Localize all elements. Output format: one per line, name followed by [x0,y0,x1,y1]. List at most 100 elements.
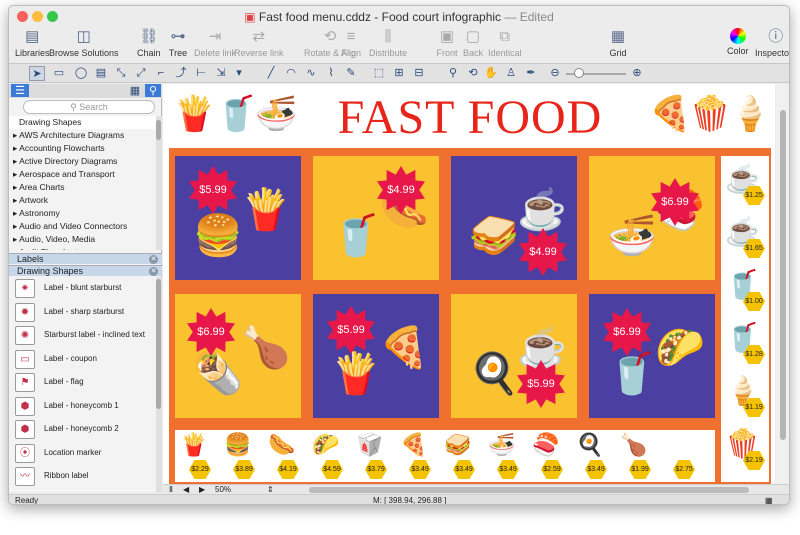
hand-tool-icon[interactable]: ✋ [483,66,499,81]
toolbar-button-align[interactable]: ≡ Align [340,28,362,58]
zoom-out-icon[interactable]: ⊖ [547,66,563,81]
crop-tool-icon[interactable]: ⬚ [371,66,387,81]
more-connectors-icon[interactable]: ▾ [231,66,247,81]
drink-item[interactable]: ☕ $1.65 [725,213,765,261]
shape-item[interactable]: ✹ Label - sharp starburst [9,301,156,325]
library-item[interactable]: ▸ Artwork [9,194,156,207]
tree-connector-icon[interactable]: ⊢ [193,66,209,81]
snack-item[interactable]: 🍔 $3.89 [221,432,256,480]
toolbar-button-chain[interactable]: ⛓ Chain [137,28,161,58]
shape-item[interactable]: ⬢ Label - honeycomb 2 [9,418,156,442]
ungroup-tool-icon[interactable]: ⊟ [411,66,427,81]
orthogonal-connector-icon[interactable]: ⌐ [153,66,169,81]
library-item[interactable]: Drawing Shapes [9,116,156,129]
library-item[interactable]: ▸ Active Directory Diagrams [9,155,156,168]
shape-item[interactable]: ✷ Label - blunt starburst [9,277,156,301]
snack-item[interactable]: 🍗 $1.99 [617,432,652,480]
shape-item[interactable]: ⚑ Label - flag [9,371,156,395]
smart-connector-icon[interactable]: ⤢ [133,66,149,81]
group-tool-icon[interactable]: ⊞ [391,66,407,81]
snack-item[interactable]: 🍣 $2.59 [529,432,564,480]
library-item[interactable]: ▸ Aerospace and Transport [9,168,156,181]
menu-tile[interactable]: 🥪 ☕ $4.99 [451,156,577,280]
menu-tile[interactable]: 🍔 🍟 $5.99 [175,156,301,280]
snack-item[interactable]: 🍕 $3.49 [397,432,432,480]
pan-tool-icon[interactable]: ⟲ [465,66,481,81]
text-tool-icon[interactable]: ▤ [93,66,109,81]
search-tab-icon[interactable]: ⚲ [145,84,161,97]
arc-tool-icon[interactable]: ◠ [283,66,299,81]
menu-tile[interactable]: 🍟 🍕 $5.99 [313,294,439,418]
shape-item[interactable]: 〰 Ribbon label [9,465,156,489]
snack-item[interactable]: 🍜 $3.49 [485,432,520,480]
polyline-tool-icon[interactable]: ⌇ [323,66,339,81]
toolbar-button-inspectors[interactable]: ⓘ Inspectors [755,28,789,58]
menu-tile[interactable]: 🥤 🌭 $4.99 [313,156,439,280]
close-section-icon[interactable]: ✕ [149,267,158,276]
menu-tile[interactable]: 🍜🍣$6.99 [589,156,715,280]
toolbar-button-distribute[interactable]: ⫼ Distribute [369,28,407,58]
toolbar-button-tree[interactable]: ⊶ Tree [167,28,189,58]
snack-item[interactable]: 🍳 $3.49 [573,432,608,480]
toolbar-button-identical[interactable]: ⧉ Identical [488,28,522,58]
close-section-icon[interactable]: ✕ [149,255,158,264]
drink-item[interactable]: 🥤 $1.00 [725,266,765,314]
snack-item[interactable]: $2.75 [661,432,696,480]
freehand-tool-icon[interactable]: ✎ [343,66,359,81]
toolbar-button-libraries[interactable]: ▤ Libraries [15,28,50,58]
tree-view-tab-icon[interactable]: ☰ [11,84,29,97]
menu-tile[interactable]: 🌯 🍗 $6.99 [175,294,301,418]
line-tool-icon[interactable]: ╱ [263,66,279,81]
section-header-drawing-shapes[interactable]: Drawing Shapes ✕ [9,265,162,276]
snack-item[interactable]: 🍟 $2.29 [177,432,212,480]
shape-item[interactable]: ⬢ Label - honeycomb 1 [9,395,156,419]
drink-item[interactable]: 🍿 $2.19 [725,425,765,473]
menu-tile[interactable]: 🍳 ☕ $5.99 [451,294,577,418]
snack-item[interactable]: 🥡 $3.79 [353,432,388,480]
snack-item[interactable]: 🌭 $4.19 [265,432,300,480]
menu-tile[interactable]: 🥤 🌮 $6.99 [589,294,715,418]
horizontal-scrollbar[interactable] [309,487,749,493]
ellipse-tool-icon[interactable]: ◯ [73,66,89,81]
library-item[interactable]: ▸ AWS Architecture Diagrams [9,129,156,142]
library-item[interactable]: ▸ Accounting Flowcharts [9,142,156,155]
zoom-in-icon[interactable]: ⊕ [629,66,645,81]
shape-item[interactable]: ⦿ Location marker [9,442,156,466]
shape-item[interactable]: ▭ Label - coupon [9,348,156,372]
snack-item[interactable]: 🥪 $3.49 [441,432,476,480]
scroll-thumb[interactable] [780,110,786,440]
toolbar-button-reverse-link[interactable]: ⇄ Reverse link [234,28,284,58]
rectangle-tool-icon[interactable]: ▭ [51,66,67,81]
toolbar-button-grid[interactable]: ▦ Grid [607,28,629,58]
page-layout-icon[interactable]: ▦ [765,495,773,504]
library-item[interactable]: ▸ Astronomy [9,207,156,220]
edited-indicator[interactable]: — Edited [504,10,553,24]
toolbar-button-delete-link[interactable]: ⇥ Delete link [194,28,236,58]
library-item[interactable]: ▸ Area Charts [9,181,156,194]
canvas-vertical-scrollbar[interactable] [776,84,789,484]
fast-food-poster[interactable]: 🍟 🥤 🍜 FAST FOOD 🍕 🍿 🍦 🍔 🍟 $5.99 🥤 🌭 $4.99 🥪 ☕ $4… [169,84,771,484]
section-header-labels[interactable]: Labels ✕ [9,253,162,264]
toolbar-button-browse-solutions[interactable]: ◫ Browse Solutions [49,28,119,58]
grid-view-icon[interactable]: ▦ [127,84,143,97]
drink-item[interactable]: ☕ $1.25 [725,160,765,208]
connector-tool-icon[interactable]: ⤡ [113,66,129,81]
round-connector-icon[interactable]: ⤴ [173,66,189,81]
drawing-canvas[interactable]: 🍟 🥤 🍜 FAST FOOD 🍕 🍿 🍦 🍔 🍟 $5.99 🥤 🌭 $4.99 🥪 ☕ $4… [163,84,775,484]
snack-item[interactable]: 🌮 $4.59 [309,432,344,480]
zoom-slider-knob[interactable] [574,68,584,78]
zoom-tool-icon[interactable]: ⚲ [445,66,461,81]
chain-connector-icon[interactable]: ⇲ [213,66,229,81]
shape-item[interactable]: ✺ Starburst label - inclined text [9,324,156,348]
drink-item[interactable]: 🥤 $1.28 [725,319,765,367]
drink-item[interactable]: 🍦 $1.19 [725,372,765,420]
toolbar-button-color[interactable]: Color [727,28,749,56]
bezier-tool-icon[interactable]: ∿ [303,66,319,81]
library-item[interactable]: ▸ Audio and Video Connectors [9,220,156,233]
eyedropper-icon[interactable]: ✒ [523,66,539,81]
shape-list-scrollbar[interactable] [156,277,162,492]
stamp-tool-icon[interactable]: ♙ [503,66,519,81]
toolbar-button-front[interactable]: ▣ Front [436,28,458,58]
select-tool-icon[interactable]: ➤ [29,66,45,81]
toolbar-button-back[interactable]: ▢ Back [462,28,484,58]
